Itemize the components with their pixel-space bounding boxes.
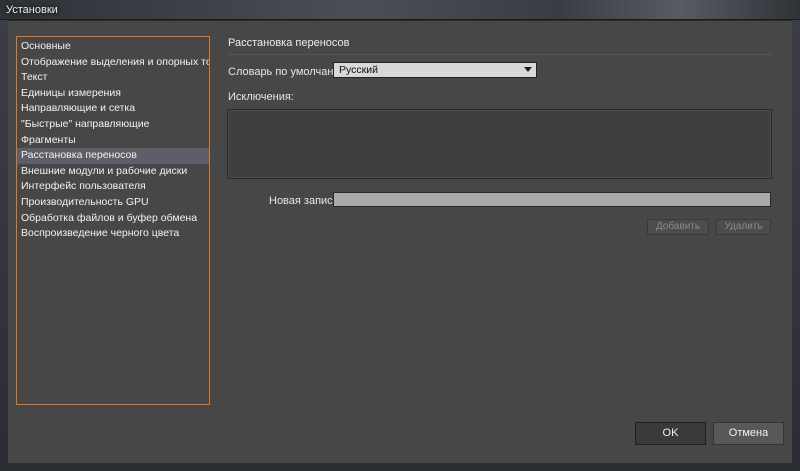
add-button[interactable]: Добавить [647,219,709,235]
category-item-guides-grid[interactable]: Направляющие и сетка [17,101,209,117]
cancel-button[interactable]: Отмена [713,422,784,445]
category-item-user-interface[interactable]: Интерфейс пользователя [17,179,209,195]
section-divider [228,54,772,55]
window-title: Установки [6,4,58,16]
category-item-hyphenation[interactable]: Расстановка переносов [17,148,209,164]
window-frame-left [0,20,8,471]
window-frame-bottom [0,463,800,471]
dictionary-select-value: Русский [339,64,378,76]
category-item-smart-guides[interactable]: "Быстрые" направляющие [17,117,209,133]
dictionary-select[interactable]: Русский [333,62,537,78]
new-entry-input[interactable] [333,192,771,207]
category-item-selection-display[interactable]: Отображение выделения и опорных точек [17,55,209,71]
ok-button[interactable]: OK [635,422,706,445]
category-item-general[interactable]: Основные [17,39,209,55]
exceptions-list[interactable] [227,109,772,179]
new-entry-label: Новая запись: [269,195,342,207]
category-item-slices[interactable]: Фрагменты [17,133,209,149]
category-item-file-handling-clipboard[interactable]: Обработка файлов и буфер обмена [17,211,209,227]
category-list: Основные Отображение выделения и опорных… [16,36,210,405]
delete-button[interactable]: Удалить [716,219,771,235]
section-title: Расстановка переносов [228,37,350,49]
exceptions-label: Исключения: [228,91,294,103]
preferences-dialog: Основные Отображение выделения и опорных… [8,21,792,463]
category-item-type[interactable]: Текст [17,70,209,86]
category-item-black-appearance[interactable]: Воспроизведение черного цвета [17,226,209,242]
title-bar[interactable]: Установки [0,0,800,20]
category-item-plugins-scratch-disks[interactable]: Внешние модули и рабочие диски [17,164,209,180]
category-item-gpu-performance[interactable]: Производительность GPU [17,195,209,211]
window-frame-right [792,20,800,471]
chevron-down-icon [524,67,532,72]
category-item-units[interactable]: Единицы измерения [17,86,209,102]
